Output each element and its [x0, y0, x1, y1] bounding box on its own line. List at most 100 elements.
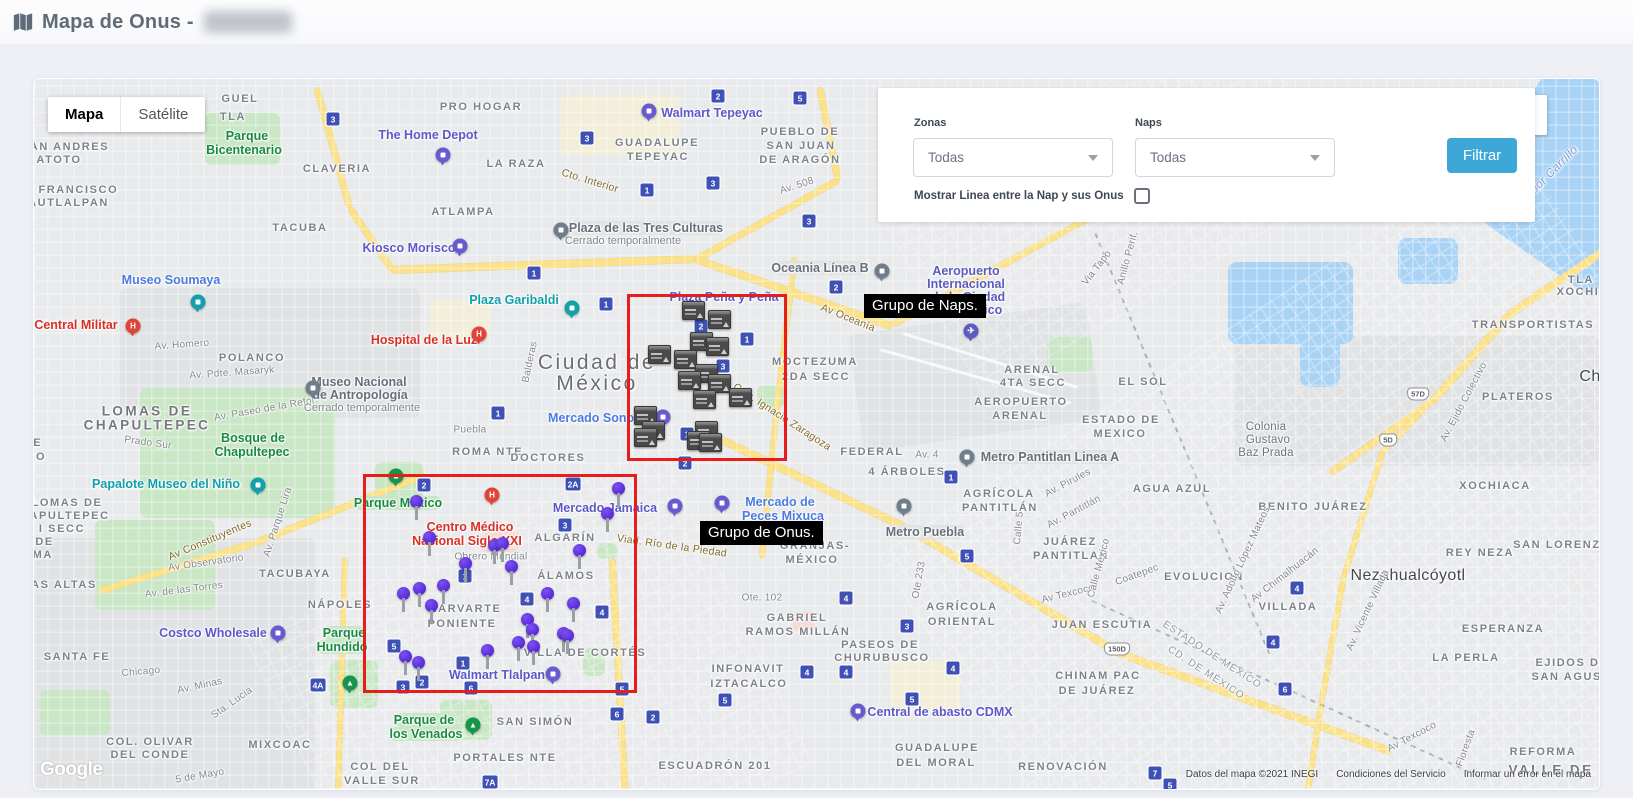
- transit-badge: 3: [803, 215, 816, 228]
- area-label: CHAPULTEPEC: [84, 418, 211, 433]
- naps-annotation-label: Grupo de Naps.: [864, 294, 986, 318]
- transit-badge: 1: [600, 298, 613, 311]
- shop-pin[interactable]: [668, 499, 683, 514]
- teal-pin[interactable]: [565, 301, 580, 316]
- transit-badge: 6: [1279, 683, 1292, 696]
- red-pin[interactable]: H: [126, 319, 141, 334]
- area-label: México: [556, 372, 638, 396]
- poi-label: los Venados: [390, 727, 463, 741]
- area-label: LA RAZA: [486, 158, 545, 170]
- area-label: PASEOS DE: [841, 639, 919, 651]
- show-line-label: Mostrar Linea entre la Nap y sus Onus: [914, 190, 1124, 202]
- area-label: VILLADA: [1259, 601, 1318, 613]
- poi-label: Plaza de las Tres Culturas: [569, 221, 723, 235]
- gray-pin[interactable]: [554, 223, 569, 238]
- transit-badge: 4A: [311, 679, 326, 692]
- transit-badge: 4: [1291, 582, 1304, 595]
- plane-pin[interactable]: ✈: [964, 324, 979, 339]
- transit-badge: 7: [1149, 767, 1162, 780]
- poi-label: The Home Depot: [378, 128, 477, 142]
- poi-label: Plaza Garibaldi: [469, 293, 559, 307]
- area-label: MIXCOAC: [248, 739, 311, 751]
- area-label: AGRÍCOLA: [963, 488, 1034, 500]
- transit-badge: 6: [611, 708, 624, 721]
- shop-pin[interactable]: [715, 496, 730, 511]
- street-label: Cto. Interior: [560, 167, 620, 196]
- area-label: INFONAVIT: [712, 663, 785, 675]
- area-label: DE JUÁREZ: [1059, 685, 1136, 697]
- page-header: Mapa de Onus -: [0, 0, 1633, 44]
- shop-pin[interactable]: [453, 239, 468, 254]
- road-line: [392, 255, 695, 273]
- naps-select[interactable]: Todas: [1135, 138, 1335, 177]
- area-label: CLAVERIA: [303, 163, 371, 175]
- street-label: Av. Pantitlán: [1045, 493, 1102, 530]
- report-error-link[interactable]: Informar un error en el mapa: [1464, 769, 1591, 780]
- area-label: SAN LORENZO: [1513, 539, 1599, 551]
- attribution-bar: Datos del mapa ©2021 INEGI Condiciones d…: [1186, 769, 1591, 780]
- map-type-satellite-button[interactable]: Satélite: [121, 97, 205, 132]
- shop-pin[interactable]: [271, 626, 286, 641]
- transit-badge: 3: [901, 620, 914, 633]
- area-label: LOMAS DE: [34, 497, 102, 509]
- area-label: ATOTO: [36, 154, 81, 166]
- street-label: Coatepec: [1114, 562, 1160, 588]
- gray-pin[interactable]: [960, 450, 975, 465]
- area-label: GUEL: [222, 93, 259, 105]
- chevron-down-icon: [1310, 155, 1320, 161]
- tree-pin[interactable]: ▲: [343, 676, 358, 691]
- area-label: PUEBLO DE: [761, 126, 840, 138]
- area-label: CUAUTLALPAN: [34, 197, 109, 209]
- gray-pin[interactable]: [306, 381, 321, 396]
- water-shape: [1300, 292, 1340, 387]
- transit-badge: 3: [581, 132, 594, 145]
- poi-label: Chapultepec: [214, 445, 289, 459]
- gray-pin[interactable]: [897, 499, 912, 514]
- area-label: XOCHIACA: [1459, 480, 1530, 492]
- area-label: Nezahualcóyotl: [1351, 567, 1466, 585]
- area-label: CHURUBUSCO: [834, 652, 929, 664]
- street-label: Balderas: [520, 340, 539, 383]
- filtrar-button[interactable]: Filtrar: [1447, 138, 1517, 173]
- area-label: AS DE: [34, 536, 54, 548]
- area-label: DE: [34, 437, 42, 449]
- street-label: Calle 5: [1012, 511, 1026, 545]
- google-logo[interactable]: Google: [40, 759, 102, 781]
- area-label: COL DEL: [350, 761, 409, 773]
- shop-pin[interactable]: [851, 704, 866, 719]
- area-label: IALCO: [34, 451, 46, 463]
- poi-label: Walmart Tepeyac: [661, 106, 762, 120]
- map-type-map-button[interactable]: Mapa: [48, 97, 120, 132]
- area-label: PANTITLÁN: [962, 502, 1038, 514]
- red-pin[interactable]: H: [472, 327, 487, 342]
- zonas-select[interactable]: Todas: [913, 138, 1113, 177]
- poi-label: Parque: [226, 129, 268, 143]
- gray-pin[interactable]: [875, 264, 890, 279]
- teal-pin[interactable]: [191, 295, 206, 310]
- area-label: PRO HOGAR: [440, 101, 522, 113]
- terms-link[interactable]: Condiciones del Servicio: [1336, 769, 1446, 780]
- area-label: REY NEZA: [1446, 547, 1514, 559]
- area-label: RMA: [34, 549, 53, 561]
- area-label: DEL CONDE: [111, 749, 190, 761]
- street-label: Av. 4: [915, 450, 938, 461]
- area-label: RENOVACIÓN: [1018, 761, 1108, 773]
- area-label: Colonia: [1246, 421, 1286, 433]
- area-label: EL SOL: [1118, 376, 1167, 388]
- teal-pin[interactable]: [251, 478, 266, 493]
- show-line-checkbox[interactable]: [1134, 188, 1150, 204]
- map-canvas[interactable]: 57D5D150D PRO HOGARCLAVERIATACUBAATLAMPA…: [34, 79, 1599, 789]
- poi-label: Cerrado temporalmente: [565, 235, 681, 247]
- transit-badge: 7A: [483, 776, 498, 789]
- shop-pin[interactable]: [436, 148, 451, 163]
- road-line: [348, 206, 395, 270]
- filter-panel: Zonas Todas Naps Todas Filtrar Mostrar L…: [878, 88, 1535, 222]
- poi-label: Central Militar: [34, 318, 117, 332]
- transit-badge: 4: [801, 666, 814, 679]
- tree-pin[interactable]: ▲: [466, 718, 481, 733]
- transit-badge: 5: [719, 694, 732, 707]
- transit-badge: 4: [840, 666, 853, 679]
- shop-pin[interactable]: [642, 104, 657, 119]
- poi-label: Papalote Museo del Niño: [92, 477, 240, 491]
- transit-badge: 1: [492, 407, 505, 420]
